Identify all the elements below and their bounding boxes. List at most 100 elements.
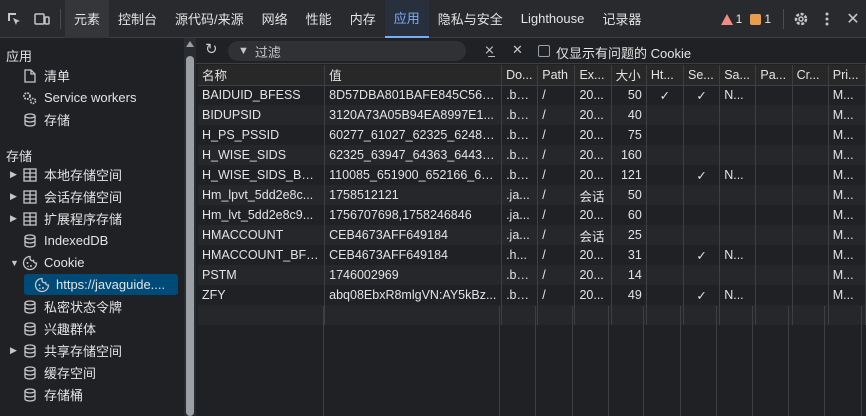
inspect-element-icon[interactable] [0,0,28,38]
issue-counter[interactable]: 1 [750,12,771,26]
database-icon [22,343,38,359]
table-cell: .ba... [501,105,539,125]
more-options-icon[interactable] [814,6,840,32]
table-cell: N... [719,85,757,105]
sidebar-item-label: https://javaguide.... [56,277,166,292]
column-header-8[interactable]: Sa... [719,65,757,86]
table-row[interactable]: PSTM 1746002969 .ba.../20... 14 M... [198,265,866,285]
column-header-11[interactable]: Pri... [828,65,866,86]
refresh-icon[interactable]: ↻ [205,40,218,58]
column-header-0[interactable]: 名称 [198,65,326,86]
tab-0[interactable]: 元素 [65,0,110,38]
table-cell: / [537,105,576,125]
column-header-4[interactable]: Ex... [574,65,612,86]
tab-4[interactable]: 性能 [297,0,341,38]
chevron-right-icon[interactable]: ▶ [10,191,18,202]
scroll-thumb[interactable] [186,56,194,416]
chevron-right-icon[interactable]: ▶ [10,345,18,356]
tab-8[interactable]: Lighthouse [512,0,594,38]
tab-2[interactable]: 源代码/来源 [166,0,253,38]
sidebar-item-storage_items-1[interactable]: ▶ 会话存储空间 [0,186,184,207]
sidebar-item-storage_items-0[interactable]: ▶ 本地存储空间 [0,164,184,185]
only-issues-checkbox[interactable] [538,45,550,57]
table-cell: H_WISE_SIDS [198,145,326,165]
database-icon [22,387,38,403]
chevron-down-icon[interactable]: ▼ [10,258,19,268]
table-cell [792,285,829,305]
column-header-9[interactable]: Pa... [755,65,793,86]
section-title-app: 应用 [6,49,33,64]
sidebar-item-app_items-0[interactable]: 清单 [0,65,184,86]
table-cell: 20... [574,165,612,185]
table-cell: Hm_lvt_5dd2e8c9... [198,205,326,225]
table-row[interactable]: HMACCOUNT CEB4673AFF649184 .ja... / 会话 25 M... [198,225,866,245]
table-cell [755,125,793,145]
clear-all-icon[interactable]: ⨯̲ [484,42,495,58]
table-cell: 1756707698,1758246846 [324,205,503,225]
table-cell: 20... [574,285,612,305]
column-header-5[interactable]: 大小 [611,65,647,86]
table-cell: H_PS_PSSID [198,125,326,145]
scroll-up-arrow-icon[interactable] [186,41,194,47]
sidebar-item-storage_items-5[interactable]: https://javaguide.... [24,274,178,295]
tab-1[interactable]: 控制台 [109,0,166,38]
table-row[interactable]: ZFY abq08EbxR8mlgVN:AY5kBz... .ba.../20...… [198,285,866,305]
table-cell: M... [828,165,866,185]
tab-9[interactable]: 记录器 [593,0,650,38]
table-cell [792,105,829,125]
table-row[interactable]: H_PS_PSSID 60277_61027_62325_62485... .ba.… [198,125,866,145]
table-cell: ✓ [683,165,721,185]
sidebar-item-storage_items-7[interactable]: 兴趣群体 [0,318,184,339]
sidebar-item-storage_items-4[interactable]: ▼ Cookie [0,252,184,273]
delete-selected-icon[interactable]: ✕ [512,42,523,58]
error-counter[interactable]: 1 [720,12,742,26]
table-row[interactable]: HMACCOUNT_BFE... CEB4673AFF649184 .h.../20… [198,245,866,265]
tab-7[interactable]: 隐私与安全 [429,0,512,38]
table-row[interactable]: BAIDUID_BFESS 8D57DBA801BAFE845C565... .ba… [198,85,866,105]
table-row[interactable]: H_WISE_SIDS 62325_63947_64363_64438... .ba… [198,145,866,165]
sidebar-item-storage_items-9[interactable]: 缓存空间 [0,362,184,383]
sidebar-item-storage_items-8[interactable]: ▶ 共享存储空间 [0,340,184,361]
table-cell: / [537,245,576,265]
tab-6[interactable]: 应用 [384,0,429,38]
settings-gear-icon[interactable] [788,6,814,32]
table-cell [792,265,829,285]
column-header-7[interactable]: Se... [683,65,721,86]
device-toolbar-icon[interactable] [28,0,56,38]
sidebar-item-storage_items-2[interactable]: ▶ 扩展程序存储 [0,208,184,229]
sidebar-item-storage_items-6[interactable]: 私密状态令牌 [0,296,184,317]
table-cell [683,105,721,125]
table-cell [646,285,685,305]
table-cell: 60277_61027_62325_62485... [324,125,503,145]
column-header-1[interactable]: 值 [324,65,503,86]
column-header-2[interactable]: Do... [501,65,539,86]
chevron-right-icon[interactable]: ▶ [10,213,18,224]
table-row[interactable]: BIDUPSID 3120A73A05B94EA8997E1... .ba.../2… [198,105,866,125]
issue-icon [750,13,762,25]
filter-input[interactable]: ▼ 过滤 [228,41,466,61]
table-cell: HMACCOUNT [198,225,326,245]
column-header-10[interactable]: Cr... [792,65,829,86]
table-cell: 50 [611,185,647,205]
table-cell: .h... [501,245,539,265]
sidebar-item-storage_items-10[interactable]: 存储桶 [0,384,184,405]
table-row[interactable]: H_WISE_SIDS_BFESS 110085_651900_652166_65… [198,165,866,185]
sidebar-item-app_items-2[interactable]: 存储 [0,109,184,130]
close-icon[interactable]: ✕ [840,6,866,32]
table-cell: / [537,125,576,145]
column-divider [608,306,609,416]
table-cell [792,145,829,165]
sidebar-item-storage_items-3[interactable]: IndexedDB [0,230,184,251]
gears-icon [22,90,38,106]
table-row[interactable]: Hm_lvt_5dd2e8c9... 1756707698,1758246846.… [198,205,866,225]
column-header-3[interactable]: Path [537,65,576,86]
cookie-toolbar: ↻ ▼ 过滤 ⨯̲ ✕ 仅显示有问题的 Cookie [196,38,866,64]
sidebar-item-app_items-1[interactable]: Service workers [0,87,184,108]
chevron-right-icon[interactable]: ▶ [10,169,18,180]
column-header-6[interactable]: Ht... [646,65,685,86]
table-cell: / [537,85,576,105]
tab-5[interactable]: 内存 [341,0,385,38]
table-row[interactable]: Hm_lpvt_5dd2e8c... 1758512121 .ja... / 会话 50 M… [198,185,866,205]
table-cell: M... [828,285,866,305]
tab-3[interactable]: 网络 [253,0,297,38]
